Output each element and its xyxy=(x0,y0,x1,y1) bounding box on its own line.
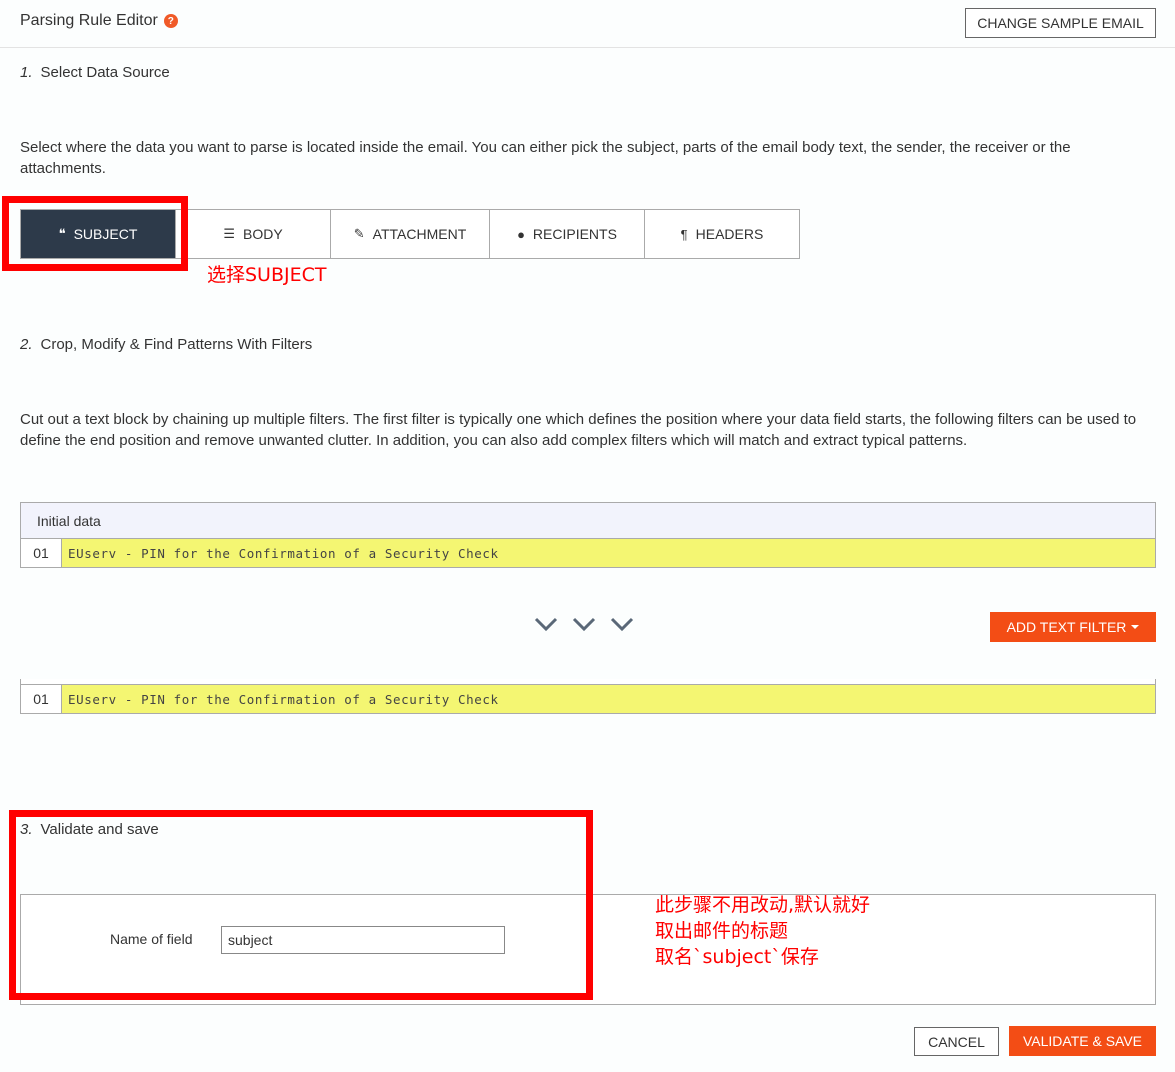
table-row: 01 EUserv - PIN for the Confirmation of … xyxy=(21,539,1155,567)
step1-title: Select Data Source xyxy=(40,64,170,81)
tab-recipients-label: RECIPIENTS xyxy=(532,226,617,242)
caret-down-icon xyxy=(1131,625,1140,629)
annotation-box-subject xyxy=(2,196,188,271)
cancel-button[interactable]: CANCEL xyxy=(914,1027,999,1056)
line-text: EUserv - PIN for the Confirmation of a S… xyxy=(62,539,1155,567)
tab-headers-label: HEADERS xyxy=(695,226,764,242)
align-left-icon: ☰ xyxy=(223,226,235,241)
annotation-select-subject: 选择SUBJECT xyxy=(207,264,327,286)
annotation-note: 此步骤不用改动,默认就好 取出邮件的标题 取名`subject`保存 xyxy=(655,892,870,970)
step2-description: Cut out a text block by chaining up mult… xyxy=(20,411,1137,449)
page-title-wrap: Parsing Rule Editor ? xyxy=(20,12,178,30)
chevron-down-icon xyxy=(610,617,634,632)
user-icon: ● xyxy=(517,226,525,242)
chevron-down-icon xyxy=(534,617,558,632)
add-text-filter-label: ADD TEXT FILTER xyxy=(1006,619,1127,635)
chevron-down-icon xyxy=(572,617,596,632)
table-row: 01 EUserv - PIN for the Confirmation of … xyxy=(21,685,1155,713)
step2-title: Crop, Modify & Find Patterns With Filter… xyxy=(40,336,313,353)
step2-number: 2. xyxy=(20,336,33,353)
tab-body-label: BODY xyxy=(242,226,283,242)
initial-data-panel: Initial data 01 EUserv - PIN for the Con… xyxy=(20,502,1156,568)
tab-attachment[interactable]: ✎ ATTACHMENT xyxy=(331,210,490,258)
annotation-note-line1: 此步骤不用改动,默认就好 xyxy=(655,894,871,916)
step1-number: 1. xyxy=(20,64,33,81)
step1-description: Select where the data you want to parse … xyxy=(20,139,1071,177)
tab-body[interactable]: ☰ BODY xyxy=(176,210,331,258)
annotation-note-line3: 取名`subject`保存 xyxy=(655,946,819,968)
tab-headers[interactable]: ¶ HEADERS xyxy=(645,210,799,258)
line-number: 01 xyxy=(21,685,62,713)
page-title: Parsing Rule Editor xyxy=(20,12,158,29)
step1-heading: 1. Select Data Source xyxy=(20,64,170,81)
initial-data-header: Initial data xyxy=(21,503,1155,539)
question-circle-icon[interactable]: ? xyxy=(163,14,178,28)
change-sample-email-button[interactable]: CHANGE SAMPLE EMAIL xyxy=(965,8,1156,38)
annotation-note-line2: 取出邮件的标题 xyxy=(655,920,789,942)
tab-attachment-label: ATTACHMENT xyxy=(372,226,467,242)
tab-recipients[interactable]: ● RECIPIENTS xyxy=(490,210,645,258)
result-data-panel: 01 EUserv - PIN for the Confirmation of … xyxy=(20,679,1156,714)
paperclip-icon: ✎ xyxy=(353,226,365,241)
flow-chevrons xyxy=(533,614,635,634)
header-divider xyxy=(0,47,1175,48)
add-text-filter-button[interactable]: ADD TEXT FILTER xyxy=(990,612,1156,642)
step2-heading: 2. Crop, Modify & Find Patterns With Filt… xyxy=(20,336,312,353)
line-number: 01 xyxy=(21,539,62,567)
line-text: EUserv - PIN for the Confirmation of a S… xyxy=(62,685,1155,713)
annotation-box-step3 xyxy=(9,810,593,1000)
validate-save-button[interactable]: VALIDATE & SAVE xyxy=(1009,1026,1156,1056)
paragraph-icon: ¶ xyxy=(680,226,688,242)
